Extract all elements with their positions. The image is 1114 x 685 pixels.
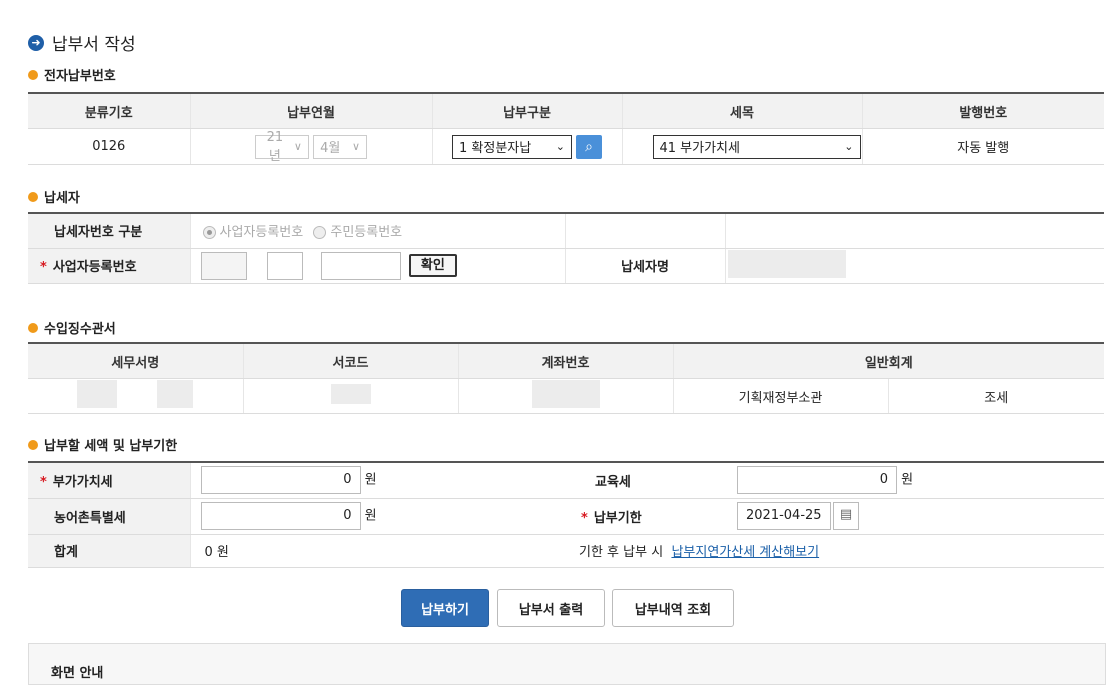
page-title: ➜ 납부서 작성 <box>28 30 136 55</box>
total-label: 합계 <box>28 534 190 568</box>
taxpayer-table: 납세자번호 구분 사업자등록번호 주민등록번호 * 사업자등록번호 확인 납세자명 <box>28 212 1104 284</box>
pay-type-select[interactable]: 1 확정분자납 ⌄ <box>452 134 572 159</box>
chevron-down-icon: ⌄ <box>555 140 565 153</box>
info-box: 화면 안내 <box>28 643 1106 685</box>
header-pay-type: 납부구분 <box>431 92 622 129</box>
arrow-circle-icon: ➜ <box>28 34 44 51</box>
header-category: 분류기호 <box>28 92 190 129</box>
year-select[interactable]: 21년 ∨ <box>254 130 309 164</box>
rural-input[interactable]: 0 <box>200 502 361 530</box>
header-account-no: 계좌번호 <box>457 342 673 379</box>
due-date-input[interactable]: 2021-04-25 <box>737 502 831 530</box>
vat-label: * 부가가치세 <box>28 462 190 499</box>
biz-no-part2[interactable] <box>266 251 303 280</box>
biz-no-part3[interactable] <box>320 251 401 280</box>
ministry-text: 기획재정부소관 <box>672 378 888 414</box>
total-value: 0 원 <box>189 534 565 568</box>
after-due-text: 기한 후 납부 시 <box>579 545 664 560</box>
bullet-icon <box>28 69 38 80</box>
bullet-icon <box>28 322 38 333</box>
header-issue-no: 발행번호 <box>861 92 1104 129</box>
search-icon[interactable]: ⌕ <box>576 134 602 159</box>
tax-text: 조세 <box>887 378 1104 414</box>
section-amount: 납부할 세액 및 납부기한 <box>28 435 177 454</box>
section-taxpayer: 납세자 <box>28 187 80 206</box>
info-box-title: 화면 안내 <box>51 666 104 681</box>
electronic-table: 분류기호 납부연월 납부구분 세목 발행번호 0126 21년 ∨ 4월 ∨ 1 확… <box>28 92 1104 165</box>
header-office-name: 세무서명 <box>28 342 243 379</box>
issue-number: 자동 발행 <box>861 128 1104 165</box>
calendar-icon[interactable]: ▤ <box>833 502 859 530</box>
bullet-icon <box>28 439 38 450</box>
print-button[interactable]: 납부서 출력 <box>497 589 605 627</box>
section-electronic-payment-no: 전자납부번호 <box>28 65 116 84</box>
header-year-month: 납부연월 <box>189 92 432 129</box>
late-penalty-link[interactable]: 납부지연가산세 계산해보기 <box>671 545 819 560</box>
chevron-down-icon: ∨ <box>293 140 302 153</box>
edu-label: 교육세 <box>565 462 725 499</box>
header-office-code: 서코드 <box>242 342 458 379</box>
page-title-text: 납부서 작성 <box>52 35 136 55</box>
chevron-down-icon: ∨ <box>352 140 361 153</box>
radio-biz-reg[interactable] <box>202 226 216 240</box>
history-button[interactable]: 납부내역 조회 <box>612 589 734 627</box>
due-label: * 납부기한 <box>565 498 725 535</box>
pay-button[interactable]: 납부하기 <box>401 589 489 627</box>
taxpayer-name-masked <box>727 249 846 278</box>
office-table: 세무서명 서코드 계좌번호 일반회계 기획재정부소관 조세 <box>28 342 1104 414</box>
vat-input[interactable]: 0 <box>200 466 361 495</box>
biz-no-label: * 사업자등록번호 <box>28 248 190 284</box>
section-office: 수입징수관서 <box>28 318 116 337</box>
amount-table: * 부가가치세 0 원 교육세 0 원 농어촌특별세 0 원 * 납부기한 2021… <box>28 461 1104 568</box>
rural-label: 농어촌특별세 <box>28 498 190 535</box>
header-tax-item: 세목 <box>621 92 862 129</box>
tax-item-select[interactable]: 41 부가가치세 ⌄ <box>652 134 861 159</box>
radio-resident-reg[interactable] <box>313 226 327 240</box>
chevron-down-icon: ⌄ <box>844 140 854 153</box>
category-code: 0126 <box>28 128 190 165</box>
id-type-label: 납세자번호 구분 <box>28 213 190 249</box>
header-general-account: 일반회계 <box>672 342 1104 379</box>
bullet-icon <box>28 191 38 202</box>
biz-no-part1[interactable] <box>200 251 247 280</box>
month-select[interactable]: 4월 ∨ <box>313 134 368 159</box>
edu-input[interactable]: 0 <box>737 466 897 495</box>
name-label: 납세자명 <box>564 248 725 284</box>
confirm-button[interactable]: 확인 <box>408 254 457 277</box>
